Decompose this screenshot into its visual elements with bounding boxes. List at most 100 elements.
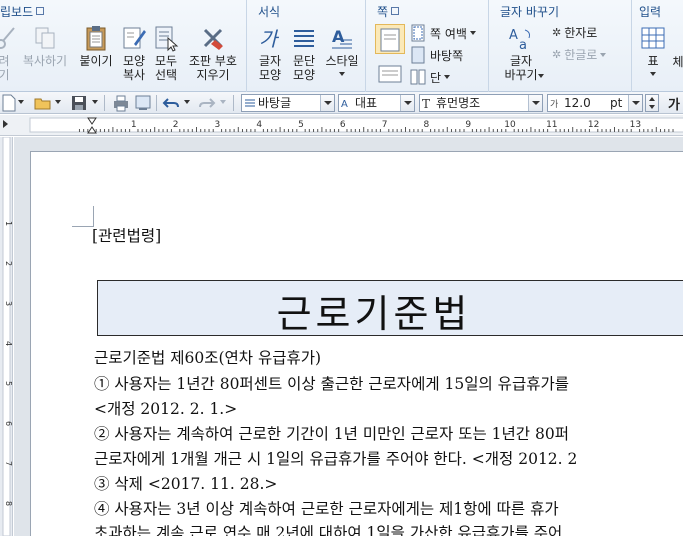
document-line: 근로기준법 제60조(연차 유급휴가) [94, 349, 322, 367]
style-select[interactable]: 바탕글 [241, 94, 335, 112]
shape-copy-label: 모양 복사 [122, 54, 146, 82]
table-button[interactable]: 표 [639, 24, 667, 76]
char-convert-dropdown-icon [538, 74, 544, 78]
font-size-spinner[interactable] [645, 94, 659, 112]
page-margin-icon [411, 24, 425, 42]
document-line: 초과하는 계속 근로 연수 매 2년에 대하여 1일을 가산한 유급휴가를 주어 [94, 524, 563, 536]
para-shape-label: 문단 모양 [292, 54, 316, 82]
next-input-button[interactable]: 체 [671, 55, 683, 69]
font-select-value: 휴먼명조 [436, 96, 481, 110]
paste-label: 붙이기 [79, 54, 113, 68]
table-icon [641, 27, 665, 49]
master-page-icon [411, 46, 425, 64]
font-icon: T [422, 97, 430, 109]
page-group: 쪽 쪽 여백 바탕쪽 단 [367, 0, 489, 92]
page-setup-button[interactable] [375, 60, 405, 90]
law-title: 근로기준법 [276, 292, 472, 336]
svg-text:가: 가 [550, 99, 558, 109]
ruler-number: 3 [215, 120, 221, 130]
clipboard-icon [86, 26, 106, 51]
next-input-label: 체 [672, 55, 683, 69]
style-icon: A [332, 27, 352, 49]
style-dropdown-icon [339, 72, 345, 76]
font-size-input[interactable]: 가 12.0 pt [547, 94, 643, 112]
char-convert-button[interactable]: Aa 글자 바꾸기 [500, 24, 544, 82]
cut-button[interactable]: 려 기 [0, 24, 16, 82]
language-select[interactable]: A 대표 [338, 94, 415, 112]
preview-icon[interactable] [134, 94, 152, 112]
svg-text:3: 3 [4, 301, 13, 306]
font-select-dropdown-icon[interactable] [528, 95, 542, 111]
style-button[interactable]: A 스타일 [322, 24, 362, 76]
hangul-dropdown-icon [600, 52, 607, 57]
language-select-dropdown-icon[interactable] [400, 95, 414, 111]
svg-text:6: 6 [4, 421, 13, 426]
svg-text:2: 2 [4, 261, 13, 266]
page-border-button[interactable]: 바탕쪽 [409, 46, 463, 64]
ruler-number: 9 [465, 120, 471, 130]
undo-icon[interactable] [162, 94, 180, 112]
document-line: ② 사용자는 계속하여 근로한 기간이 1년 미만인 근로자 또는 1년간 80… [94, 425, 569, 443]
new-document-icon[interactable] [0, 94, 18, 112]
document-line: ④ 사용자는 3년 이상 계속하여 근로한 근로자에게는 제1항에 따른 휴가 [94, 500, 559, 518]
related-law-heading: [관련법령] [92, 227, 162, 245]
ruler-number: 1 [131, 120, 137, 130]
law-title-box[interactable]: 근로기준법 [97, 280, 683, 336]
copy-icon [35, 27, 55, 49]
svg-text:5: 5 [4, 381, 13, 386]
copy-button[interactable]: 복사하기 [20, 24, 70, 68]
open-dropdown-icon[interactable] [55, 100, 61, 104]
page-margin-label: 쪽 여백 [430, 26, 467, 41]
vertical-ruler-ticks: 1 2 3 4 5 6 7 8 [2, 136, 13, 536]
save-dropdown-icon[interactable] [92, 100, 98, 104]
shape-copy-button[interactable]: 모양 복사 [119, 24, 149, 82]
convert-group: 글자 바꾸기 Aa 글자 바꾸기 ✲ 한자로 ✲ 한글로 [490, 0, 632, 92]
column-icon [410, 69, 426, 85]
font-size-down-icon[interactable] [649, 105, 655, 109]
column-label: 단 [430, 70, 442, 85]
hangul-button[interactable]: ✲ 한글로 [552, 46, 607, 63]
char-shape-label: 글자 모양 [258, 54, 282, 82]
font-select[interactable]: T 휴먼명조 [419, 94, 543, 112]
erase-format-button[interactable]: 조판 부호 지우기 [185, 24, 241, 82]
page-layout-button[interactable] [375, 24, 405, 54]
paragraph-style-icon [245, 99, 255, 107]
page-border-label: 바탕쪽 [430, 48, 464, 63]
print-icon[interactable] [112, 94, 130, 112]
format-group-title: 서식 [258, 5, 281, 19]
erase-marks-icon [203, 28, 223, 50]
new-dropdown-icon[interactable] [18, 100, 24, 104]
style-select-dropdown-icon[interactable] [320, 95, 334, 111]
svg-text:A: A [341, 99, 348, 109]
horizontal-ruler[interactable]: 1 2 3 4 5 6 7 8 9 10 11 12 13 [0, 115, 683, 136]
hanja-label: 한자로 [564, 26, 598, 40]
font-size-dropdown-icon[interactable] [628, 95, 642, 111]
group-expand-icon[interactable] [36, 7, 45, 15]
para-shape-button[interactable]: 문단 모양 [288, 24, 320, 82]
svg-text:4: 4 [4, 341, 13, 346]
table-label: 표 [647, 54, 659, 68]
ruler-number: 6 [340, 120, 346, 130]
hanja-button[interactable]: ✲ 한자로 [552, 24, 597, 41]
font-size-up-icon[interactable] [649, 97, 655, 101]
char-shape-button[interactable]: 가 글자 모양 [254, 24, 286, 82]
redo-icon[interactable] [198, 94, 216, 112]
style-select-value: 바탕글 [258, 96, 292, 110]
bold-button[interactable]: 가 [668, 94, 680, 113]
svg-text:7: 7 [4, 461, 13, 466]
select-all-button[interactable]: 모두 선택 [151, 24, 181, 82]
hanja-icon: ✲ [552, 26, 562, 39]
redo-dropdown-icon[interactable] [220, 100, 226, 104]
open-folder-icon[interactable] [34, 94, 52, 112]
undo-dropdown-icon[interactable] [184, 100, 190, 104]
margin-guide [93, 206, 94, 226]
group-expand-icon[interactable] [391, 7, 400, 15]
paste-button[interactable]: 붙이기 [76, 24, 116, 68]
ruler-number: 7 [382, 120, 388, 130]
save-icon[interactable] [70, 94, 88, 112]
column-button[interactable]: 단 [409, 68, 451, 86]
vertical-ruler[interactable]: 1 2 3 4 5 6 7 8 [0, 136, 13, 536]
ruler-arrow-icon[interactable] [3, 120, 8, 128]
page-margin-button[interactable]: 쪽 여백 [409, 24, 476, 42]
ruler-number: 12 [588, 120, 599, 130]
